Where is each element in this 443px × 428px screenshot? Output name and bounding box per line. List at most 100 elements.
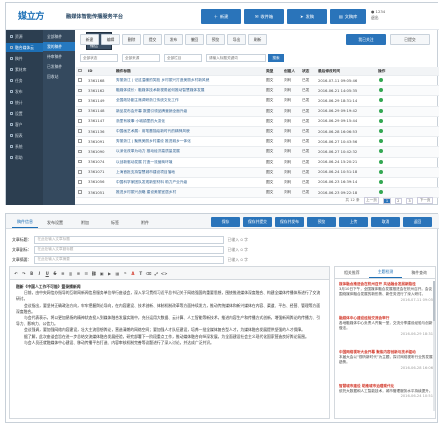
align-left-icon[interactable]: ≡ [60, 270, 66, 276]
table-row[interactable]: 3361168 秀丽浙江 | 记这温暖的笑脸 乡村振兴打造美丽乡村新风貌 图文 刘利 已… [76, 76, 439, 87]
editor-action-button[interactable]: 上传 [339, 217, 368, 227]
row-title[interactable]: 融媒体成长：融媒体技术新视角如何推动智慧媒体发展 [114, 88, 264, 93]
scroll-thumb[interactable] [433, 281, 435, 321]
row-title[interactable]: 上海首批支持智慧城市建设项目落地 [114, 170, 264, 175]
toolbar-button[interactable]: 导出 [227, 34, 246, 45]
pager-link[interactable]: 3 [405, 197, 414, 204]
sidebar-item[interactable]: 融合媒体云 [6, 43, 43, 52]
row-action[interactable] [376, 139, 392, 144]
row-checkbox[interactable] [76, 129, 86, 134]
table-row[interactable]: 3361148 新品发布会开幕 数据引领品牌营销全面升级 图文 刘利 已发 2016-06… [76, 106, 439, 117]
user-name[interactable]: 1234 [376, 9, 386, 14]
source-icon[interactable]: <> [161, 270, 168, 276]
sidebar-item[interactable]: 系统 [6, 142, 43, 151]
right-panel-tab[interactable]: 稿件查询 [402, 267, 436, 278]
row-action[interactable] [376, 129, 392, 134]
toolbar-button[interactable]: 预览 [206, 34, 225, 45]
column-select[interactable]: 全部栏目 [164, 54, 202, 62]
sidebar-item[interactable]: 帮助 [6, 153, 43, 162]
row-checkbox[interactable] [76, 149, 86, 155]
news-item[interactable]: 智慧城市建设 助推城市治理现代化 依托大数据和人工智能技术，城市管理服务水平持续提… [339, 384, 433, 400]
pager-link[interactable]: 下一页 [417, 197, 433, 204]
editor-tab[interactable]: 附加 [72, 217, 98, 228]
sidebar-item[interactable]: 稿件 [6, 54, 43, 63]
table-row[interactable]: 3361091 秀丽浙江 | 聚焦美丽乡村建设 推进城乡一体化 图文 刘利 已发 2016… [76, 137, 439, 148]
toolbar-button[interactable]: 编辑 [101, 34, 120, 45]
row-title[interactable]: 秀丽浙江 | 记这温暖的笑脸 乡村振兴打造美丽乡村新风貌 [114, 78, 264, 83]
subtitle-input[interactable]: 在此处输入文章副标题 [34, 245, 225, 254]
toolbar-button[interactable]: 刷新 [248, 34, 267, 45]
title-input[interactable]: 在此处输入文章标题 [34, 235, 225, 244]
table-icon[interactable]: ▦ [114, 270, 120, 276]
align-right-icon[interactable]: ≡ [75, 270, 81, 276]
undo-icon[interactable]: ↶ [13, 270, 19, 276]
row-title[interactable]: 新品发布会开幕 数据引领品牌营销全面升级 [114, 109, 264, 114]
source-select[interactable]: 全部来源 [122, 54, 160, 62]
row-checkbox[interactable] [76, 159, 86, 165]
right-panel-scrollbar[interactable] [433, 281, 435, 411]
submenu-item[interactable]: 待审稿件 [43, 52, 75, 61]
row-title[interactable]: 秀丽浙江 | 聚焦美丽乡村建设 推进城乡一体化 [114, 139, 264, 144]
list-icon[interactable]: ☰ [83, 270, 89, 276]
sidebar-item[interactable]: 设置 [6, 109, 43, 118]
editor-body[interactable]: 题新《中国人工作不可能》暨录播新闻 日前，由中央网信办指导的互联网新闻信息服务单位… [9, 279, 330, 419]
toolbar-right-button[interactable]: 我已关注 [346, 34, 386, 45]
editor-action-button[interactable]: 返回 [403, 217, 432, 227]
row-title[interactable]: 中国科学家团队发现新型材料 助力产业升级 [114, 180, 264, 185]
submenu-item[interactable]: 已发稿件 [43, 62, 75, 71]
row-title[interactable]: 以深化改革为动力 推动经济高质量发展 [114, 149, 264, 154]
right-panel-tab[interactable]: 相关推荐 [335, 267, 369, 278]
submenu-item[interactable]: 我的稿件 [43, 42, 75, 51]
row-action[interactable] [376, 149, 392, 154]
header-publish-button[interactable]: ➤ 发稿 [287, 9, 327, 24]
news-item[interactable]: 媒体融合推进会在杭州召开 共话融合发展新路径 3月10日下午，全国媒体融合发展推进… [339, 282, 433, 303]
sidebar-item[interactable]: 任务 [6, 76, 43, 85]
row-checkbox[interactable] [76, 139, 86, 144]
header-library-button[interactable]: ▤ 文稿库 [330, 9, 366, 24]
strikethrough-icon[interactable]: S [52, 270, 58, 276]
row-checkbox[interactable] [76, 119, 86, 124]
editor-action-button[interactable]: 保存 [211, 217, 240, 227]
toolbar-right-button[interactable]: 已提交 [390, 34, 430, 45]
toolbar-button[interactable]: 提交 [143, 34, 162, 45]
sidebar-item[interactable]: 资源 [6, 32, 43, 41]
status-select[interactable]: 全部状态 [80, 54, 118, 62]
row-checkbox[interactable] [76, 180, 86, 185]
sidebar-item[interactable]: 发布 [6, 87, 43, 96]
row-title[interactable]: 推进乡村振兴战略 建设美丽宜居乡村 [114, 190, 264, 195]
row-action[interactable] [376, 179, 392, 185]
toolbar-button[interactable]: 删除 [122, 34, 141, 45]
fullscreen-icon[interactable]: ⤢ [153, 270, 159, 276]
row-title[interactable]: 中国画艺术展：用笔墨描绘新时代的精神风貌 [114, 129, 264, 134]
sidebar-item[interactable]: 统计 [6, 98, 43, 107]
submenu-item[interactable]: 全部稿件 [43, 32, 75, 41]
table-row[interactable]: 3361136 中国画艺术展：用笔墨描绘新时代的精神风貌 图文 刘利 已发 2016-06… [76, 126, 439, 138]
search-input[interactable]: 请输入标题关键词 [206, 54, 266, 62]
table-row[interactable]: 3361149 全国政协副主席调研浙江传统文化工作 图文 刘利 已发 2016-06-29… [76, 96, 439, 107]
row-checkbox[interactable] [76, 88, 86, 94]
pager-link[interactable]: 1 [383, 197, 391, 204]
sidebar-item[interactable]: 素材库 [6, 65, 43, 74]
font-size-icon[interactable]: T [138, 270, 144, 276]
news-item[interactable]: 融媒体中心建设经验交流会举行 各地融媒体中心负责人齐聚一堂，交流分享建设经验与创新… [339, 316, 433, 337]
toolbar-button[interactable]: 发布 [164, 34, 183, 45]
table-row[interactable]: 3361162 融媒体成长：融媒体技术新视角如何推动智慧媒体发展 图文 刘利 已发 201… [76, 86, 439, 97]
editor-tab[interactable]: 发布设置 [42, 217, 68, 228]
submenu-item[interactable]: 回收站 [43, 72, 75, 81]
row-checkbox[interactable] [76, 170, 86, 175]
row-title[interactable]: 浙里有故事·小城镇里的大变化 [114, 119, 264, 124]
editor-tab[interactable]: 附件 [132, 217, 158, 228]
summary-input[interactable]: 在此处输入文章摘要 [34, 255, 225, 264]
underline-icon[interactable]: U [44, 270, 50, 276]
align-center-icon[interactable]: ≣ [68, 270, 74, 276]
editor-action-button[interactable]: 取消 [371, 217, 400, 227]
right-panel-tab[interactable]: 主题检测 [368, 267, 403, 278]
pager-link[interactable]: 2 [394, 197, 402, 204]
editor-action-button[interactable]: 预览 [307, 217, 336, 227]
link-icon[interactable]: ⛓ [91, 270, 97, 276]
row-title[interactable]: 以创新驱动发展 打造一流营商环境 [114, 160, 264, 165]
row-checkbox[interactable] [76, 78, 86, 83]
row-action[interactable] [376, 88, 392, 93]
editor-tab[interactable]: 标签 [102, 217, 128, 228]
row-checkbox[interactable] [76, 108, 86, 114]
